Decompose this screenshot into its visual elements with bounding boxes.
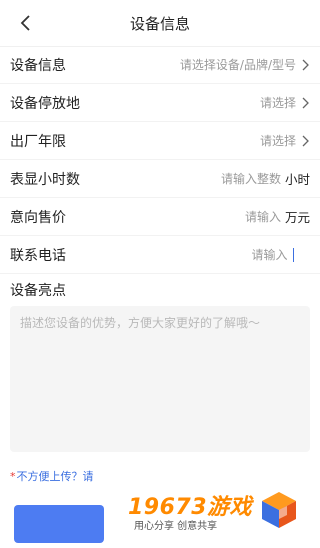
row-contact-phone: 联系电话 请输入: [0, 236, 320, 274]
row-asking-price: 意向售价 请输入 万元: [0, 198, 320, 236]
row-manufacture-year[interactable]: 出厂年限 请选择: [0, 122, 320, 160]
row-parking-location[interactable]: 设备停放地 请选择: [0, 84, 320, 122]
form-rows: 设备信息 请选择设备/品牌/型号 设备停放地 请选择 出厂年限 请选择 表显小时…: [0, 46, 320, 274]
required-star: *: [10, 470, 16, 483]
watermark-logo: 19673游戏 用心分享 创意共享: [120, 487, 315, 543]
year-select-placeholder: 请选择: [259, 134, 296, 148]
upload-help-text: 不方便上传？请: [16, 470, 94, 483]
highlights-textarea[interactable]: 描述您设备的优势，方便大家更好的了解哦～: [10, 306, 310, 452]
back-button[interactable]: [10, 8, 40, 38]
chevron-right-icon: [302, 97, 309, 108]
device-select-placeholder: 请选择设备/品牌/型号: [179, 58, 296, 72]
highlights-label: 设备亮点: [10, 283, 66, 299]
row-label: 设备信息: [10, 57, 66, 74]
watermark-slogan: 用心分享 创意共享: [134, 521, 218, 532]
row-label: 意向售价: [10, 209, 66, 226]
hours-unit: 小时: [284, 172, 310, 187]
row-label: 联系电话: [10, 247, 66, 264]
cube-logo-icon: [262, 492, 296, 528]
row-label: 表显小时数: [10, 171, 80, 188]
row-device-info[interactable]: 设备信息 请选择设备/品牌/型号: [0, 46, 320, 84]
chevron-left-icon: [20, 15, 30, 31]
location-select-placeholder: 请选择: [259, 96, 296, 110]
upload-help-link[interactable]: *不方便上传？请: [10, 468, 94, 484]
phone-input[interactable]: 请输入: [251, 246, 287, 263]
submit-button[interactable]: [14, 505, 104, 543]
chevron-right-icon: [302, 59, 309, 70]
header-bar: 设备信息: [0, 0, 320, 47]
chevron-right-icon: [302, 135, 309, 146]
row-label: 出厂年限: [10, 133, 66, 150]
row-hour-meter: 表显小时数 请输入整数 小时: [0, 160, 320, 198]
hours-input[interactable]: 请输入整数: [221, 170, 281, 187]
price-input[interactable]: 请输入: [245, 208, 281, 225]
text-cursor: [292, 247, 294, 262]
price-unit: 万元: [284, 210, 310, 225]
page-title: 设备信息: [129, 14, 190, 33]
row-label: 设备停放地: [10, 95, 80, 112]
